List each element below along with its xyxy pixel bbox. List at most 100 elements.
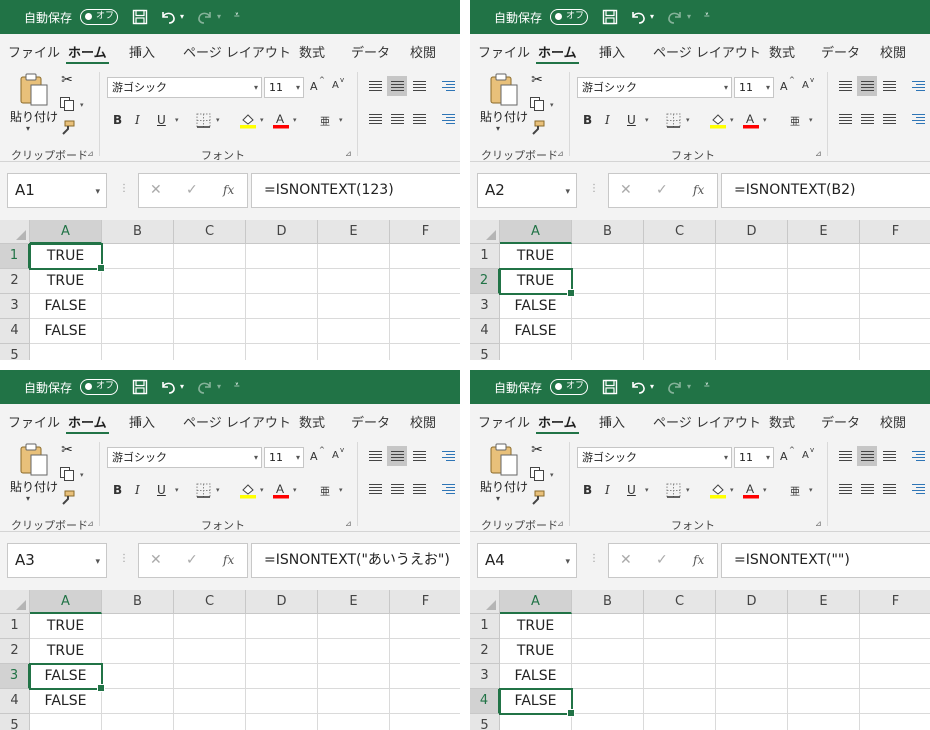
underline-button[interactable]: U bbox=[627, 111, 636, 129]
column-header-F[interactable]: F bbox=[390, 220, 460, 244]
phonetic-dropdown-icon[interactable]: ▾ bbox=[339, 486, 343, 494]
cell-A3[interactable]: FALSE bbox=[500, 294, 572, 319]
cell-E1[interactable] bbox=[788, 244, 860, 269]
bold-button[interactable]: B bbox=[583, 111, 592, 129]
cell-E2[interactable] bbox=[788, 639, 860, 664]
copy-dropdown-icon[interactable]: ▾ bbox=[80, 101, 84, 109]
row-header-2[interactable]: 2 bbox=[470, 269, 500, 294]
formula-bar-grip-icon[interactable]: ⋮ bbox=[589, 183, 599, 194]
cell-B3[interactable] bbox=[572, 294, 644, 319]
cell-C2[interactable] bbox=[644, 639, 716, 664]
clipboard-launcher-icon[interactable]: ⊿ bbox=[87, 149, 94, 158]
cancel-icon[interactable]: ✕ bbox=[150, 552, 162, 568]
tab-0[interactable]: ファイル bbox=[8, 412, 60, 431]
cell-F2[interactable] bbox=[860, 269, 930, 294]
align-icon[interactable] bbox=[857, 446, 877, 466]
cell-F2[interactable] bbox=[860, 639, 930, 664]
cell-C4[interactable] bbox=[644, 689, 716, 714]
redo-icon[interactable] bbox=[665, 8, 685, 26]
undo-icon[interactable] bbox=[628, 8, 648, 26]
undo-dropdown-icon[interactable]: ▾ bbox=[650, 382, 654, 391]
column-header-F[interactable]: F bbox=[390, 590, 460, 614]
column-header-F[interactable]: F bbox=[860, 590, 930, 614]
row-header-4[interactable]: 4 bbox=[470, 689, 500, 714]
formula-input[interactable]: =ISNONTEXT("あいうえお") bbox=[251, 543, 460, 578]
cell-B1[interactable] bbox=[102, 244, 174, 269]
select-all-button[interactable] bbox=[470, 220, 500, 244]
customize-qat-icon[interactable]: ⩡ bbox=[234, 380, 240, 391]
undo-dropdown-icon[interactable]: ▾ bbox=[650, 12, 654, 21]
phonetic-dropdown-icon[interactable]: ▾ bbox=[809, 486, 813, 494]
align-icon[interactable] bbox=[879, 446, 899, 466]
name-box[interactable]: A4 ▾ bbox=[477, 543, 577, 578]
tab-5[interactable]: データ bbox=[821, 412, 860, 431]
cell-B2[interactable] bbox=[572, 639, 644, 664]
column-header-D[interactable]: D bbox=[246, 220, 318, 244]
row-header-1[interactable]: 1 bbox=[0, 244, 30, 269]
row-header-2[interactable]: 2 bbox=[0, 639, 30, 664]
font-dropdown-icon[interactable]: ▾ bbox=[254, 78, 258, 97]
cell-E2[interactable] bbox=[318, 269, 390, 294]
font-size-dropdown-icon[interactable]: ▾ bbox=[296, 78, 300, 97]
redo-dropdown-icon[interactable]: ▾ bbox=[217, 12, 221, 21]
cell-D2[interactable] bbox=[716, 269, 788, 294]
cell-B4[interactable] bbox=[102, 319, 174, 344]
cell-C3[interactable] bbox=[174, 664, 246, 689]
bold-button[interactable]: B bbox=[113, 481, 122, 499]
align-icon[interactable] bbox=[387, 479, 407, 499]
undo-dropdown-icon[interactable]: ▾ bbox=[180, 382, 184, 391]
grow-font-icon[interactable]: A bbox=[310, 450, 318, 463]
tab-4[interactable]: 数式 bbox=[769, 412, 795, 431]
tab-3[interactable]: ページ レイアウト bbox=[183, 412, 291, 431]
cell-E5[interactable] bbox=[318, 344, 390, 360]
tab-6[interactable]: 校閲 bbox=[880, 412, 906, 431]
column-header-B[interactable]: B bbox=[102, 590, 174, 614]
font-name-box[interactable]: 游ゴシック ▾ bbox=[577, 447, 732, 468]
cell-D3[interactable] bbox=[716, 294, 788, 319]
cut-icon[interactable]: ✂ bbox=[528, 442, 546, 458]
font-color-dropdown-icon[interactable]: ▾ bbox=[763, 116, 767, 124]
name-box-dropdown-icon[interactable]: ▾ bbox=[565, 176, 570, 209]
cell-E3[interactable] bbox=[788, 664, 860, 689]
column-header-E[interactable]: E bbox=[318, 590, 390, 614]
phonetic-dropdown-icon[interactable]: ▾ bbox=[809, 116, 813, 124]
cell-A3[interactable]: FALSE bbox=[500, 664, 572, 689]
font-size-dropdown-icon[interactable]: ▾ bbox=[296, 448, 300, 467]
formula-bar-grip-icon[interactable]: ⋮ bbox=[589, 553, 599, 564]
font-dropdown-icon[interactable]: ▾ bbox=[724, 448, 728, 467]
cell-A2[interactable]: TRUE bbox=[500, 639, 572, 664]
row-header-2[interactable]: 2 bbox=[0, 269, 30, 294]
paste-dropdown-icon[interactable]: ▾ bbox=[496, 124, 500, 133]
row-header-3[interactable]: 3 bbox=[0, 664, 30, 689]
cell-F5[interactable] bbox=[390, 344, 460, 360]
underline-dropdown-icon[interactable]: ▾ bbox=[175, 486, 179, 494]
font-color-icon[interactable]: A bbox=[272, 111, 290, 129]
cell-D1[interactable] bbox=[716, 614, 788, 639]
cell-A1[interactable]: TRUE bbox=[30, 614, 102, 639]
enter-icon[interactable]: ✓ bbox=[186, 552, 198, 568]
save-icon[interactable] bbox=[600, 378, 620, 396]
column-header-C[interactable]: C bbox=[174, 590, 246, 614]
font-color-dropdown-icon[interactable]: ▾ bbox=[293, 116, 297, 124]
align-icon[interactable] bbox=[409, 76, 429, 96]
align-icon[interactable] bbox=[409, 479, 429, 499]
font-dropdown-icon[interactable]: ▾ bbox=[254, 448, 258, 467]
customize-qat-icon[interactable]: ⩡ bbox=[234, 10, 240, 21]
font-name-box[interactable]: 游ゴシック ▾ bbox=[577, 77, 732, 98]
cell-C5[interactable] bbox=[644, 344, 716, 360]
align-icon[interactable] bbox=[409, 446, 429, 466]
cell-F4[interactable] bbox=[860, 319, 930, 344]
cell-E3[interactable] bbox=[788, 294, 860, 319]
tab-0[interactable]: ファイル bbox=[478, 42, 530, 61]
format-painter-icon[interactable] bbox=[528, 120, 546, 136]
cell-C3[interactable] bbox=[644, 664, 716, 689]
paste-dropdown-icon[interactable]: ▾ bbox=[496, 494, 500, 503]
name-box-dropdown-icon[interactable]: ▾ bbox=[95, 176, 100, 209]
row-header-5[interactable]: 5 bbox=[0, 344, 30, 360]
cell-A2[interactable]: TRUE bbox=[30, 269, 102, 294]
phonetic-icon[interactable]: 亜 bbox=[320, 481, 330, 499]
grow-font-icon[interactable]: A bbox=[310, 80, 318, 93]
cell-E1[interactable] bbox=[788, 614, 860, 639]
tab-2[interactable]: 挿入 bbox=[129, 42, 155, 61]
font-color-dropdown-icon[interactable]: ▾ bbox=[293, 486, 297, 494]
